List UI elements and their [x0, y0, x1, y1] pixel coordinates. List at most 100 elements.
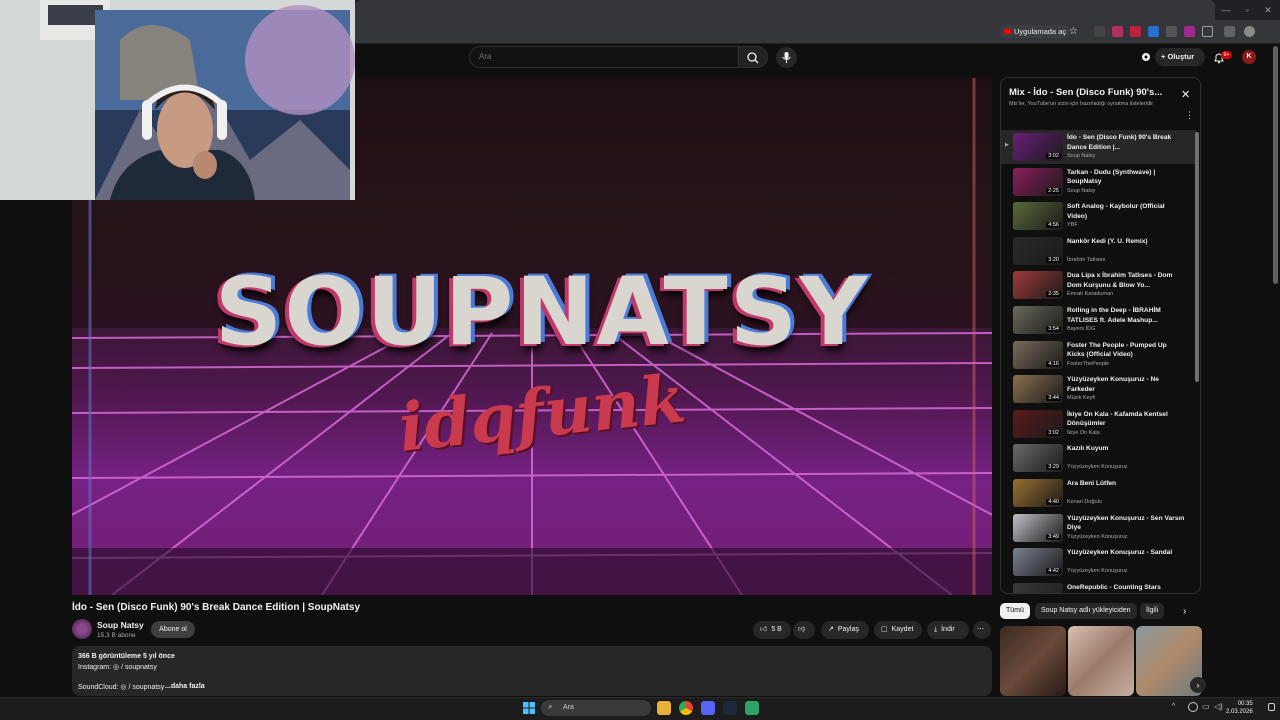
- playlist-item-title: Foster The People - Pumped Up Kicks (Off…: [1067, 341, 1167, 359]
- playlist-item[interactable]: 4:40 Ara Beni Lütfen Kenan Doğulu: [1001, 476, 1197, 510]
- playlist-item-title: Dua Lipa x İbrahim Tatlıses - Dom Dom Ku…: [1067, 272, 1173, 289]
- chip-related[interactable]: İlgili: [1140, 603, 1165, 619]
- search-icon: [747, 52, 759, 64]
- description-box[interactable]: [72, 646, 992, 696]
- taskbar-search[interactable]: Ara: [541, 700, 651, 716]
- windows-start-icon[interactable]: [523, 702, 535, 714]
- chip-all[interactable]: Tümü: [1000, 603, 1030, 619]
- puzzle-icon[interactable]: [1202, 26, 1213, 37]
- create-button[interactable]: + Oluştur: [1155, 48, 1205, 66]
- playlist-item-channel: Soup Natsy: [1067, 187, 1096, 194]
- subscriber-count: 15,3 B abone: [97, 632, 136, 639]
- playlist-item-channel: Yüzyüzeyken Konuşuruz: [1067, 568, 1128, 575]
- playlist-item[interactable]: OneRepublic - Counting StarsOneRepublic: [1001, 580, 1197, 593]
- playlist-item[interactable]: 2:35 Dua Lipa x İbrahim Tatlıses - Dom Do…: [1001, 268, 1197, 302]
- playlist-item[interactable]: 3:20 Nankör Kedi (Y. U. Remix) İbrahim Tat…: [1001, 234, 1197, 268]
- star-icon[interactable]: ☆: [1068, 26, 1079, 37]
- playlist-item-title: Nankör Kedi (Y. U. Remix): [1067, 237, 1148, 245]
- recommended-thumbnail[interactable]: [1068, 626, 1134, 696]
- close-icon[interactable]: ✕: [1181, 88, 1190, 101]
- dislike-button[interactable]: 👎︎: [793, 621, 815, 639]
- close-window-icon[interactable]: ✕: [1258, 3, 1278, 17]
- playlist-item-duration: 3:02: [1046, 153, 1061, 159]
- extension-icon[interactable]: [1166, 26, 1177, 37]
- extension-icon[interactable]: [1094, 26, 1105, 37]
- bookmark-icon: ▢: [881, 626, 888, 633]
- chevron-right-icon[interactable]: ›: [1183, 606, 1186, 617]
- playlist-item[interactable]: 4:42 Yüzyüzeyken Konuşuruz - Sandal Yüzyüz…: [1001, 545, 1197, 579]
- extension-icon[interactable]: [1184, 26, 1195, 37]
- playlist-item[interactable]: 3:54 Rolling in the Deep - İBRAHİM TATLIS…: [1001, 303, 1197, 337]
- split-view-icon[interactable]: [1224, 26, 1235, 37]
- open-in-app-button[interactable]: Uygulamada aç: [1000, 25, 1071, 38]
- playlist-item-thumbnail: 4:16: [1013, 340, 1063, 369]
- search-input[interactable]: Ara: [469, 46, 739, 68]
- playlist-item[interactable]: 2:25 Tarkan - Dudu (Synthwave) | SoupNats…: [1001, 165, 1197, 199]
- playlist-item-duration: 3:20: [1046, 256, 1061, 263]
- file-explorer-icon[interactable]: [657, 701, 671, 715]
- chrome-icon[interactable]: [679, 701, 693, 715]
- profile-icon[interactable]: [1244, 26, 1255, 37]
- subscribe-button[interactable]: Abone ol: [151, 621, 195, 638]
- extension-icon[interactable]: [1148, 26, 1159, 37]
- voice-search-button[interactable]: [776, 47, 797, 68]
- playlist-item-thumbnail: 4:56: [1013, 202, 1063, 231]
- playlist-scrollbar[interactable]: [1195, 132, 1199, 382]
- more-vertical-icon[interactable]: ⋮: [1185, 111, 1194, 120]
- volume-icon[interactable]: ◁): [1214, 702, 1223, 711]
- playlist-item[interactable]: 3:02 İkiye On Kala - Kafamda Kentsel Dönü…: [1001, 407, 1197, 441]
- playlist-item-title: Ara Beni Lütfen: [1067, 480, 1117, 487]
- playlist-item-title: Soft Analog - Kaybolur (Official Video): [1067, 203, 1165, 220]
- playlist-item-channel: Emrah Karaduman: [1067, 291, 1114, 298]
- download-button[interactable]: ⤓ İndir: [927, 621, 969, 639]
- recommended-thumbnail[interactable]: [1000, 626, 1066, 696]
- page-scrollbar[interactable]: [1273, 46, 1278, 284]
- playlist-item-thumbnail: 2:35: [1013, 271, 1063, 300]
- show-more-link[interactable]: ...daha fazla: [165, 683, 205, 690]
- playlist-item[interactable]: 3:49 Yüzyüzeyken Konuşuruz - Sen Varsın D…: [1001, 511, 1197, 545]
- save-button[interactable]: ▢ Kaydet: [874, 621, 922, 639]
- playlist-title[interactable]: Mix - İdo - Sen (Disco Funk) 90's...: [1009, 87, 1174, 98]
- channel-name[interactable]: Soup Natsy: [97, 620, 144, 630]
- playlist-item[interactable]: 3:29 Kazılı Kuyum Yüzyüzeyken Konuşuruz: [1001, 441, 1197, 475]
- cast-icon[interactable]: [1140, 51, 1152, 63]
- microphone-icon[interactable]: [1188, 702, 1198, 712]
- search-icon: ⌕: [548, 702, 553, 711]
- now-playing-icon: ▶: [1005, 142, 1009, 148]
- network-icon[interactable]: ▭: [1202, 702, 1210, 711]
- extension-icon[interactable]: [1112, 26, 1123, 37]
- app-icon[interactable]: [745, 701, 759, 715]
- playlist-subtitle: Mix'ler, YouTube'un sizin için hazırladı…: [1009, 101, 1154, 107]
- search-button[interactable]: [738, 46, 768, 68]
- more-actions-button[interactable]: ⋯: [973, 621, 991, 639]
- chip-from-uploader[interactable]: Soup Natsy adlı yükleyiciden: [1035, 603, 1137, 619]
- playlist-item-title: Rolling in the Deep - İBRAHİM TATLISES f…: [1067, 307, 1161, 324]
- next-recommendations-button[interactable]: ›: [1190, 677, 1206, 693]
- playlist-item-channel: FosterThePeople: [1067, 360, 1110, 367]
- extension-icon[interactable]: [1130, 26, 1141, 37]
- notifications-icon[interactable]: [1268, 703, 1275, 711]
- steam-icon[interactable]: [723, 701, 737, 715]
- thumbs-up-icon: 👍︎: [760, 626, 768, 633]
- account-avatar[interactable]: K: [1242, 50, 1256, 64]
- playlist-item[interactable]: 4:56 Soft Analog - Kaybolur (Official Vid…: [1001, 199, 1197, 233]
- channel-avatar[interactable]: [72, 619, 92, 639]
- playlist-item-title: Tarkan - Dudu (Synthwave) | SoupNatsy: [1067, 168, 1156, 186]
- discord-icon[interactable]: [701, 701, 715, 715]
- playlist-item[interactable]: 3:44 Yüzyüzeyken Konuşuruz - Ne Farkeder M…: [1001, 372, 1197, 406]
- chevron-up-icon[interactable]: ^: [1172, 703, 1175, 710]
- maximize-icon[interactable]: ▫: [1237, 3, 1257, 17]
- video-art-title: SOUPNATSY: [214, 258, 870, 367]
- like-button[interactable]: 👍︎ 5 B: [753, 621, 791, 639]
- browser-tab-active[interactable]: [355, 0, 1215, 20]
- playlist-panel: Mix - İdo - Sen (Disco Funk) 90's... Mix…: [1000, 77, 1201, 594]
- share-button[interactable]: ↗ Paylaş: [821, 621, 869, 639]
- playlist-item[interactable]: 4:16 Foster The People - Pumped Up Kicks …: [1001, 338, 1197, 372]
- playlist-item-thumbnail: 3:44: [1013, 375, 1063, 404]
- playlist-item-duration: 3:44: [1046, 395, 1061, 402]
- minimize-icon[interactable]: —: [1216, 3, 1236, 17]
- playlist-item-title: İdo - Sen (Disco Funk) 90's Break Dance …: [1067, 134, 1172, 151]
- playlist-item[interactable]: ▶ 3:02 İdo - Sen (Disco Funk) 90's Break D…: [1001, 130, 1197, 164]
- playlist-item-thumbnail: 2:25: [1013, 167, 1063, 196]
- taskbar-clock[interactable]: 00:35 2.03.2026: [1226, 700, 1253, 716]
